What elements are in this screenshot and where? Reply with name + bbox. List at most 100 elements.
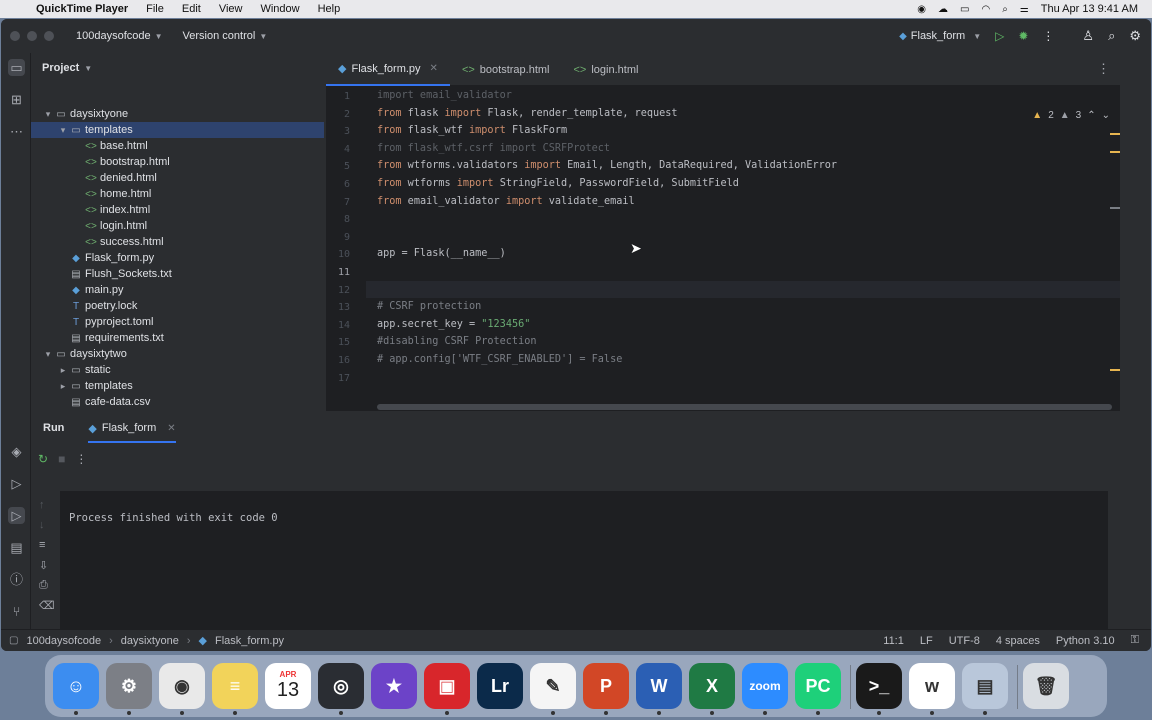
tree-item[interactable]: ▾ ▭ templates [31,122,324,138]
tree-item[interactable]: ◆ main.py [31,282,324,298]
dock-app-pycharm[interactable]: PC [795,663,841,709]
line-number[interactable]: 6 [344,179,350,190]
tab-login[interactable]: <> login.html [562,53,651,86]
clear-all-icon[interactable]: ⌫ [39,599,55,612]
tree-item[interactable]: <> base.html [31,138,324,154]
line-number[interactable]: 1 [344,91,350,102]
dock-app-quicktime[interactable]: ◎ [318,663,364,709]
close-tab-icon[interactable]: ✕ [430,63,438,74]
dock-app-lightroom[interactable]: Lr [477,663,523,709]
run-icon[interactable]: ▷ [995,29,1004,43]
dock-app-zoom[interactable]: zoom [742,663,788,709]
dock-app-imovie[interactable]: ★ [371,663,417,709]
tree-item[interactable]: ▾ ▭ daysixtytwo [31,346,324,362]
menu-help[interactable]: Help [318,3,341,15]
recording-icon[interactable]: ◉ [917,4,926,15]
layers-icon[interactable]: ◈ [8,443,25,460]
run-tab-flask-form[interactable]: ◆ Flask_form ✕ [88,414,176,443]
debug-icon[interactable]: ✹ [1018,29,1028,43]
version-control-selector[interactable]: Version control ▼ [183,30,268,42]
problems-icon[interactable]: ⓘ [8,571,25,588]
stop-icon[interactable]: ■ [58,452,65,466]
chevron-down-icon[interactable]: ▾ [57,125,69,136]
more-actions-icon[interactable]: ⋮ [1042,29,1054,43]
line-number[interactable]: 15 [338,337,350,348]
console-output[interactable]: Process finished with exit code 0 [60,491,1108,645]
code-line[interactable]: # CSRF protection [377,301,481,312]
tab-more-icon[interactable]: ⋮ [1097,61,1110,77]
editor-horizontal-scrollbar[interactable] [377,404,1112,410]
tree-item[interactable]: Tpoetry.lock [31,298,324,314]
warning-marker[interactable] [1110,151,1120,153]
dock-app-word[interactable]: W [636,663,682,709]
tree-item[interactable]: <> success.html [31,234,324,250]
dock-app-webex[interactable]: w [909,663,955,709]
control-center-icon[interactable]: ⚌ [1020,4,1029,15]
close-tab-icon[interactable]: ✕ [167,423,175,434]
chevron-down-icon[interactable]: ▾ [42,349,54,360]
dock-app-powerpoint[interactable]: P [583,663,629,709]
code-line[interactable]: app = Flask(__name__) [377,248,506,259]
git-icon[interactable]: ⑂ [8,603,25,620]
project-selector[interactable]: 100daysofcode ▼ [76,30,163,42]
code-line[interactable]: app.secret_key = "123456" [377,319,530,330]
terminal-icon[interactable]: ▤ [8,539,25,556]
code-line[interactable]: from wtforms import StringField, Passwor… [377,178,739,189]
code-line[interactable]: from flask_wtf import FlaskForm [377,125,567,136]
more-tools-icon[interactable]: ⋯ [8,123,25,140]
soft-wrap-icon[interactable]: ≡ [39,539,45,551]
inspection-widget[interactable]: ▲ 2 ▲ 3 ⌃ ⌄ [1032,110,1110,121]
dock-app-stickies[interactable]: ≡ [212,663,258,709]
dock-app-textedit[interactable]: ✎ [530,663,576,709]
file-encoding[interactable]: UTF-8 [949,635,980,647]
tree-item[interactable]: <> home.html [31,186,324,202]
tree-item[interactable]: <> bootstrap.html [31,154,324,170]
search-icon[interactable]: ⌕ [1108,28,1115,44]
chevron-right-icon[interactable]: ▸ [57,381,69,392]
more-options-icon[interactable]: ⋮ [75,452,87,466]
line-number[interactable]: 9 [344,232,350,243]
dock-app-trash[interactable]: 🗑 [1023,663,1069,709]
chevron-down-icon[interactable]: ▾ [42,109,54,120]
tree-item[interactable]: ▸ ▭ static [31,362,324,378]
indent-setting[interactable]: 4 spaces [996,635,1040,647]
print-icon[interactable]: ⎙ [39,579,48,592]
warning-marker[interactable] [1110,369,1120,371]
caret-position[interactable]: 11:1 [883,635,904,647]
code-line[interactable]: # app.config['WTF_CSRF_ENABLED'] = False [377,354,622,365]
line-number[interactable]: 3 [344,126,350,137]
line-number[interactable]: 11 [338,267,350,278]
close-window-button[interactable] [10,31,20,41]
dock-app-calendar[interactable]: APR 13 [265,663,311,709]
tree-item[interactable]: <> index.html [31,202,324,218]
code-line[interactable]: from email_validator import validate_ema… [377,196,635,207]
code-line[interactable]: from flask_wtf.csrf import CSRFProtect [377,143,610,154]
zoom-window-button[interactable] [44,31,54,41]
line-number[interactable]: 14 [338,320,350,331]
line-number[interactable]: 2 [344,109,350,120]
line-number[interactable]: 7 [344,197,350,208]
breadcrumb-folder[interactable]: daysixtyone [121,635,179,647]
services-icon[interactable]: ▷ [8,475,25,492]
chevron-right-icon[interactable]: ▸ [57,365,69,376]
python-interpreter[interactable]: Python 3.10 [1056,635,1115,647]
rerun-icon[interactable]: ↻ [38,452,48,466]
menu-file[interactable]: File [146,3,164,15]
menu-view[interactable]: View [219,3,243,15]
dock-app-terminal[interactable]: >_ [856,663,902,709]
dock-app-preview[interactable]: ▤ [962,663,1008,709]
error-stripe[interactable] [1110,125,1120,375]
tab-flask-form[interactable]: ◆ Flask_form.py ✕ [326,53,450,86]
lock-icon[interactable]: ⚿ [1131,634,1139,647]
tree-item[interactable]: <> denied.html [31,170,324,186]
line-number[interactable]: 16 [338,355,350,366]
add-user-icon[interactable]: ♙ [1082,28,1094,44]
chevron-up-icon[interactable]: ⌃ [1087,110,1095,121]
code-line[interactable]: from flask import Flask, render_template… [377,108,678,119]
tab-bootstrap[interactable]: <> bootstrap.html [450,53,562,86]
tree-item[interactable]: ▤ requirements.txt [31,330,324,346]
line-ending[interactable]: LF [920,635,933,647]
tree-item[interactable]: ▸ ▭ templates [31,378,324,394]
line-number[interactable]: 17 [338,373,350,384]
structure-icon[interactable]: ⊞ [8,91,25,108]
